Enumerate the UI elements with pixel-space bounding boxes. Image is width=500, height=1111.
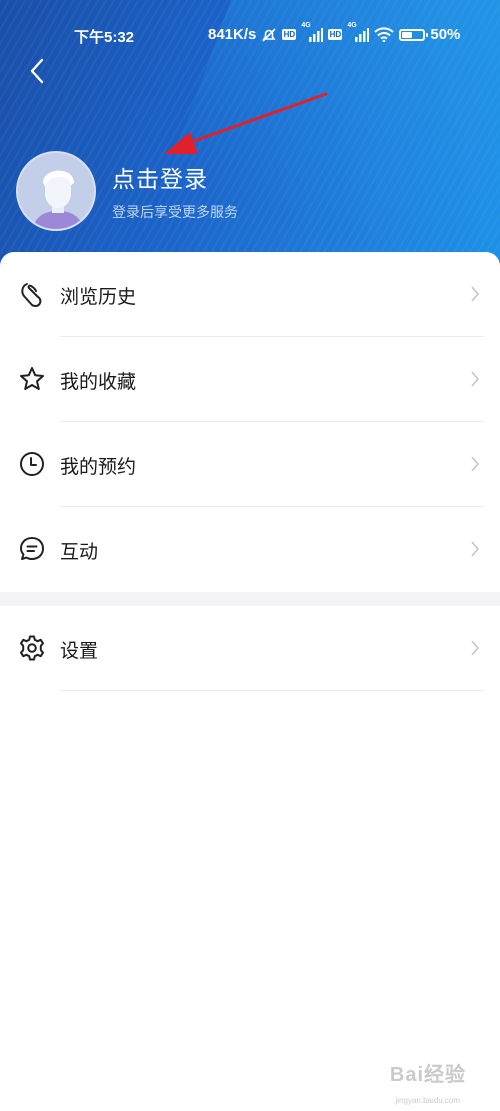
avatar[interactable] — [16, 151, 96, 231]
menu-item-favorites[interactable]: 我的收藏 — [0, 337, 500, 422]
menu-item-label: 我的收藏 — [60, 371, 137, 393]
bell-muted-icon — [261, 27, 277, 43]
clock-icon — [20, 452, 44, 476]
menu-item-interaction[interactable]: 互动 — [0, 507, 500, 592]
back-button[interactable] — [24, 55, 52, 87]
menu-item-label: 设置 — [60, 640, 99, 662]
hd-badge-2: HD — [328, 29, 343, 40]
watermark: Bai经验 — [389, 1064, 466, 1086]
login-subtitle: 登录后享受更多服务 — [112, 205, 238, 221]
divider — [60, 690, 484, 691]
net-speed: 841K/s — [208, 26, 257, 43]
menu-item-label: 我的预约 — [60, 456, 137, 478]
menu-item-label: 互动 — [60, 541, 99, 563]
settings-card: 设置 — [0, 606, 500, 691]
hd-badge: HD — [282, 29, 297, 40]
sim1-type: 4G — [301, 21, 311, 29]
status-time: 下午5:32 — [74, 29, 135, 46]
status-indicators: 841K/s HD 4G HD 4G 50% — [208, 22, 461, 44]
status-bar: 下午5:32 841K/s HD 4G HD 4G 50% — [0, 20, 500, 50]
star-icon — [20, 367, 44, 390]
watermark-url: jingyan.baidu.com — [395, 1096, 460, 1105]
chevron-right-icon — [471, 640, 479, 656]
signal-icon-2: 4G — [347, 22, 370, 42]
chevron-right-icon — [471, 286, 479, 302]
chevron-right-icon — [471, 541, 479, 557]
sim2-type: 4G — [347, 21, 357, 29]
chat-bubble-icon — [20, 537, 44, 560]
signal-icon: 4G — [301, 22, 324, 42]
chevron-right-icon — [471, 456, 479, 472]
chevron-right-icon — [471, 371, 479, 387]
chevron-left-icon — [30, 58, 44, 84]
menu-item-history[interactable]: 浏览历史 — [0, 252, 500, 337]
annotation-arrow — [164, 92, 328, 154]
battery-percent: 50% — [430, 26, 461, 43]
gear-icon — [20, 635, 44, 661]
wifi-icon — [374, 27, 395, 42]
menu-item-settings[interactable]: 设置 — [0, 606, 500, 691]
history-loop-icon — [21, 283, 42, 308]
battery-fill — [402, 31, 413, 38]
section-gap — [0, 592, 500, 606]
menu-item-reservations[interactable]: 我的预约 — [0, 422, 500, 507]
menu-item-label: 浏览历史 — [60, 286, 137, 308]
battery-icon — [399, 28, 429, 41]
menu-card: 浏览历史 我的收藏 我的预约 互动 — [0, 252, 500, 592]
